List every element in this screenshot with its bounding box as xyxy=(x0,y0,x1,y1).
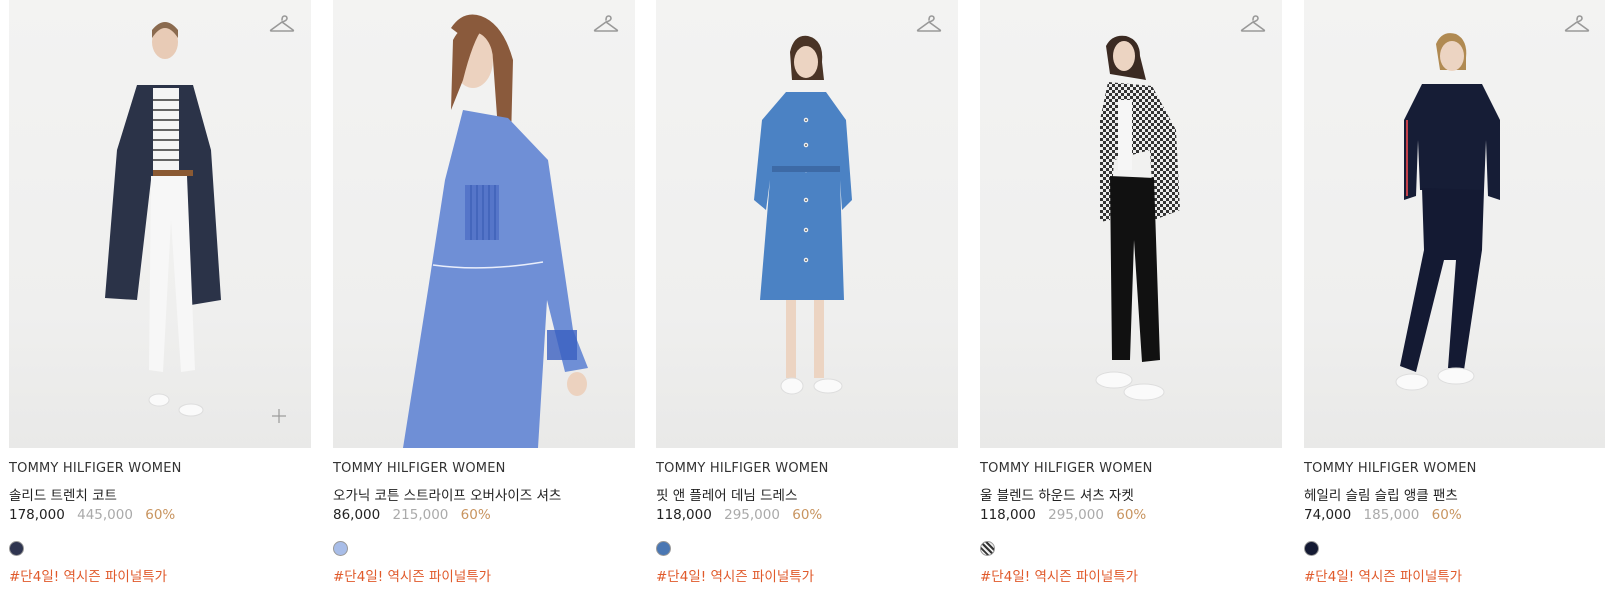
product-card[interactable]: TOMMY HILFIGER WOMEN 오가닉 코튼 스트라이프 오버사이즈 … xyxy=(333,0,635,591)
product-name[interactable]: 솔리드 트렌치 코트 xyxy=(9,484,117,504)
dress-shape xyxy=(754,92,852,300)
model-photo xyxy=(1395,33,1500,391)
product-name[interactable]: 오가닉 코튼 스트라이프 오버사이즈 셔츠 xyxy=(333,484,561,504)
promo-tag[interactable]: #단4일! 역시즌 파이널특가 xyxy=(980,565,1138,585)
original-price: 295,000 xyxy=(724,507,780,523)
price-row: 118,000 295,000 60% xyxy=(656,507,822,523)
model-photo xyxy=(1095,35,1180,401)
product-card[interactable]: TOMMY HILFIGER WOMEN 솔리드 트렌치 코트 178,000 … xyxy=(9,0,311,591)
product-name[interactable]: 핏 앤 플레어 데님 드레스 xyxy=(656,484,797,504)
product-brand[interactable]: TOMMY HILFIGER WOMEN xyxy=(9,461,182,476)
hanger-icon[interactable] xyxy=(593,12,619,36)
product-brand[interactable]: TOMMY HILFIGER WOMEN xyxy=(333,461,506,476)
color-swatch[interactable] xyxy=(656,541,671,556)
product-image[interactable] xyxy=(9,0,311,448)
product-brand[interactable]: TOMMY HILFIGER WOMEN xyxy=(980,461,1153,476)
price-row: 86,000 215,000 60% xyxy=(333,507,491,523)
color-swatch[interactable] xyxy=(1304,541,1319,556)
promo-tag[interactable]: #단4일! 역시즌 파이널특가 xyxy=(656,565,814,585)
sale-price: 118,000 xyxy=(980,507,1036,523)
product-image[interactable] xyxy=(980,0,1282,448)
sale-price: 86,000 xyxy=(333,507,381,523)
product-card[interactable]: TOMMY HILFIGER WOMEN 헤일리 슬림 슬립 앵클 팬츠 74,… xyxy=(1304,0,1605,591)
sale-price: 118,000 xyxy=(656,507,712,523)
discount-rate: 60% xyxy=(1431,507,1462,523)
product-brand[interactable]: TOMMY HILFIGER WOMEN xyxy=(1304,461,1477,476)
product-name[interactable]: 헤일리 슬림 슬립 앵클 팬츠 xyxy=(1304,484,1458,504)
original-price: 445,000 xyxy=(77,507,133,523)
product-grid: TOMMY HILFIGER WOMEN 솔리드 트렌치 코트 178,000 … xyxy=(0,0,1605,591)
hoodie-shape xyxy=(1404,84,1500,200)
promo-tag[interactable]: #단4일! 역시즌 파이널특가 xyxy=(9,565,167,585)
product-brand[interactable]: TOMMY HILFIGER WOMEN xyxy=(656,461,829,476)
discount-rate: 60% xyxy=(460,507,491,523)
discount-rate: 60% xyxy=(1116,507,1147,523)
price-row: 118,000 295,000 60% xyxy=(980,507,1146,523)
color-swatch[interactable] xyxy=(9,541,24,556)
price-row: 74,000 185,000 60% xyxy=(1304,507,1462,523)
product-image[interactable] xyxy=(333,0,635,448)
product-card[interactable]: TOMMY HILFIGER WOMEN 울 블렌드 하운드 셔츠 자켓 118… xyxy=(980,0,1282,591)
original-price: 295,000 xyxy=(1048,507,1104,523)
model-photo xyxy=(754,35,852,395)
model-photo xyxy=(105,22,221,417)
product-card[interactable]: TOMMY HILFIGER WOMEN 핏 앤 플레어 데님 드레스 118,… xyxy=(656,0,958,591)
product-image[interactable] xyxy=(656,0,958,448)
discount-rate: 60% xyxy=(792,507,823,523)
sale-price: 74,000 xyxy=(1304,507,1352,523)
discount-rate: 60% xyxy=(145,507,176,523)
promo-tag[interactable]: #단4일! 역시즌 파이널특가 xyxy=(333,565,491,585)
price-row: 178,000 445,000 60% xyxy=(9,507,175,523)
hanger-icon[interactable] xyxy=(1564,12,1590,36)
dress-shape xyxy=(403,110,588,448)
product-image[interactable] xyxy=(1304,0,1605,448)
plus-icon[interactable] xyxy=(271,408,287,424)
model-photo xyxy=(403,14,588,448)
hanger-icon[interactable] xyxy=(269,12,295,36)
product-name[interactable]: 울 블렌드 하운드 셔츠 자켓 xyxy=(980,484,1134,504)
sale-price: 178,000 xyxy=(9,507,65,523)
hanger-icon[interactable] xyxy=(1240,12,1266,36)
original-price: 185,000 xyxy=(1363,507,1420,523)
color-swatch[interactable] xyxy=(980,541,995,556)
promo-tag[interactable]: #단4일! 역시즌 파이널특가 xyxy=(1304,565,1462,585)
hanger-icon[interactable] xyxy=(916,12,942,36)
original-price: 215,000 xyxy=(392,507,449,523)
color-swatch[interactable] xyxy=(333,541,348,556)
